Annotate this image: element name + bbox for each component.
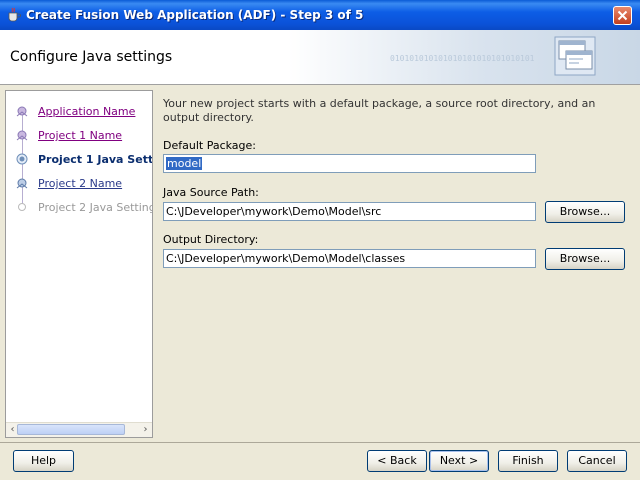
default-package-value: model: [166, 157, 203, 170]
wizard-header: Configure Java settings 0101010101010101…: [0, 30, 640, 85]
nav-step-label[interactable]: Application Name: [38, 105, 135, 118]
nav-step-label: Project 2 Java Settings: [38, 201, 153, 214]
coffee-cup-icon: [8, 7, 21, 22]
step-disabled-icon: [18, 203, 26, 211]
binary-decoration: 010101010101010101010101010101: [390, 54, 535, 63]
cancel-button[interactable]: Cancel: [567, 450, 627, 472]
page-title: Configure Java settings: [10, 49, 173, 65]
wizard-step-nav: Application Name Project 1 Name Project …: [5, 90, 153, 438]
wizard-windows-icon: [554, 36, 596, 76]
step-visited-icon: [16, 130, 28, 141]
step-link-icon: [16, 178, 28, 189]
wizard-window: Create Fusion Web Application (ADF) - St…: [0, 0, 640, 480]
default-package-input[interactable]: model: [163, 154, 536, 173]
nav-step-project-2-name[interactable]: Project 2 Name: [6, 174, 152, 194]
output-directory-input[interactable]: C:\JDeveloper\mywork\Demo\Model\classes: [163, 249, 536, 268]
scroll-right-arrow-icon[interactable]: ›: [140, 424, 151, 435]
back-button[interactable]: < Back: [367, 450, 427, 472]
help-button[interactable]: Help: [13, 450, 74, 472]
title-bar[interactable]: Create Fusion Web Application (ADF) - St…: [0, 0, 640, 30]
step-visited-icon: [16, 106, 28, 117]
nav-step-application-name[interactable]: Application Name: [6, 102, 152, 122]
nav-horizontal-scrollbar[interactable]: ‹ ›: [6, 422, 152, 437]
java-source-path-input[interactable]: C:\JDeveloper\mywork\Demo\Model\src: [163, 202, 536, 221]
output-directory-label: Output Directory:: [163, 233, 259, 246]
scrollbar-thumb[interactable]: [17, 424, 125, 435]
nav-step-project-1-name[interactable]: Project 1 Name: [6, 126, 152, 146]
browse-source-button[interactable]: Browse...: [545, 201, 625, 223]
java-source-path-label: Java Source Path:: [163, 186, 259, 199]
step-current-icon: [16, 153, 28, 165]
nav-step-label: Project 1 Java Settings: [38, 153, 153, 166]
intro-text: Your new project starts with a default p…: [163, 97, 596, 124]
browse-output-button[interactable]: Browse...: [545, 248, 625, 270]
nav-step-project-1-java-settings[interactable]: Project 1 Java Settings: [6, 150, 153, 170]
default-package-label: Default Package:: [163, 139, 256, 152]
next-button[interactable]: Next >: [429, 450, 489, 472]
close-icon: [617, 10, 628, 21]
nav-step-label[interactable]: Project 2 Name: [38, 177, 122, 190]
settings-panel: Your new project starts with a default p…: [153, 90, 633, 438]
nav-step-project-2-java-settings: Project 2 Java Settings: [6, 198, 153, 218]
window-title: Create Fusion Web Application (ADF) - St…: [26, 8, 364, 22]
finish-button[interactable]: Finish: [498, 450, 558, 472]
footer-divider: [0, 442, 640, 443]
nav-step-label[interactable]: Project 1 Name: [38, 129, 122, 142]
close-button[interactable]: [613, 6, 632, 25]
